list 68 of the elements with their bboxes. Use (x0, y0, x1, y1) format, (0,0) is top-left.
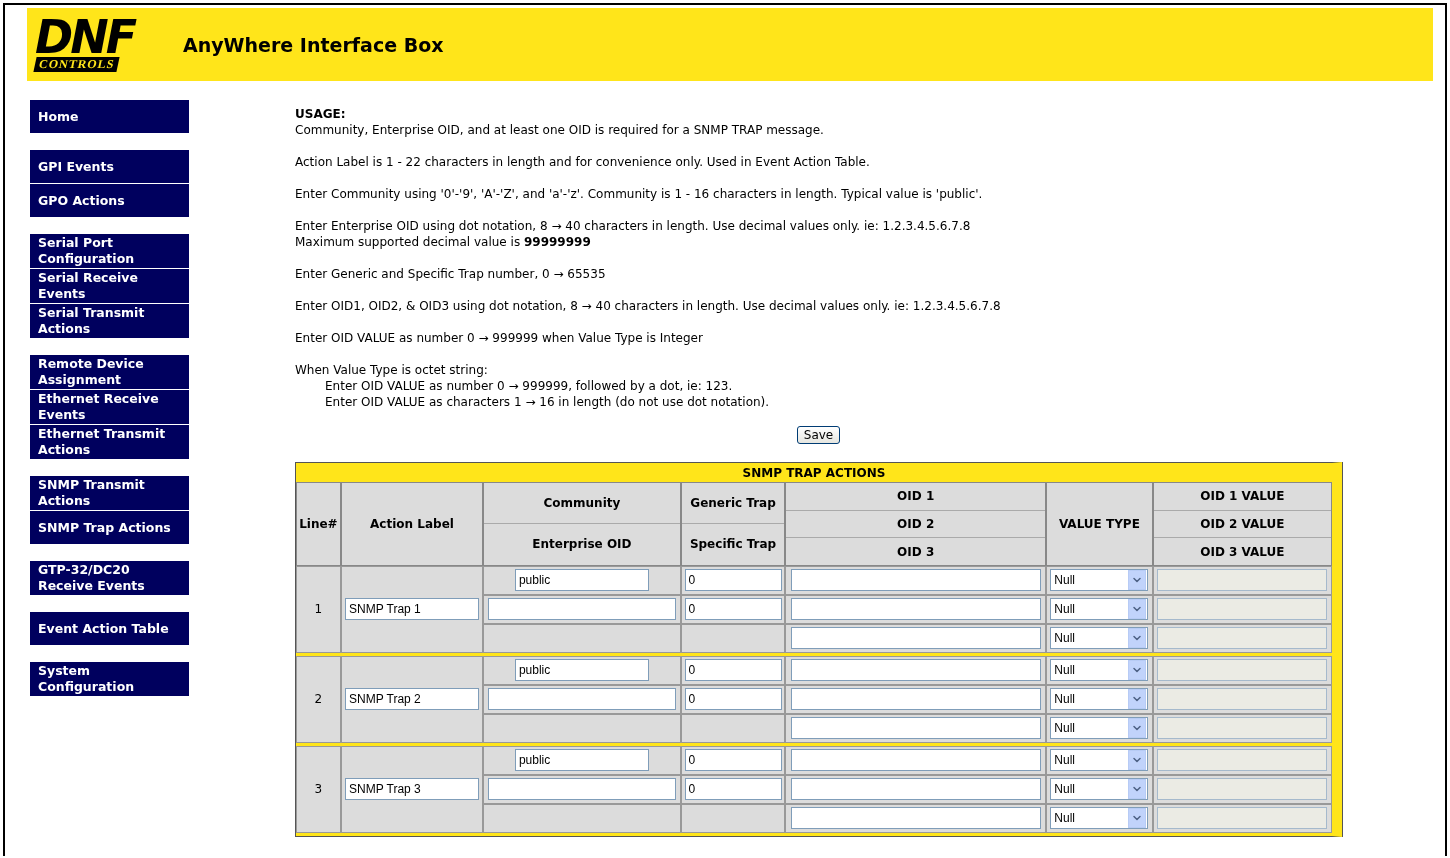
usage-text: Enter OID VALUE as characters 1 → 16 in length (do not use dot notation). (324, 394, 771, 410)
nav-button[interactable]: GPO Actions (30, 184, 189, 217)
column-header: VALUE TYPE (1058, 517, 1140, 531)
specific-trap-field[interactable]: 0 (684, 598, 782, 621)
value-type-select[interactable]: Null (1050, 688, 1149, 711)
action-label-field[interactable]: SNMP Trap 3 (345, 778, 479, 801)
column-header: Line# (299, 517, 338, 531)
column-header: OID 1 (897, 489, 935, 504)
app-title: AnyWhere Interface Box (183, 33, 444, 56)
column-header: Action Label (370, 517, 454, 531)
value-type-select[interactable]: Null (1050, 778, 1149, 801)
nav-button[interactable]: Home (30, 100, 189, 133)
column-header: Enterprise OID (532, 537, 632, 552)
value-type-select[interactable]: Null (1050, 659, 1149, 682)
column-header: OID 2 (897, 517, 935, 531)
column-header: OID 2 VALUE (1200, 517, 1285, 531)
column-header: Specific Trap (689, 537, 777, 552)
nav-button[interactable]: Event Action Table (30, 612, 189, 645)
logo-text: DNF (35, 17, 136, 57)
nav-button[interactable]: Ethernet Receive Events (30, 390, 189, 424)
value-type-select[interactable]: Null (1050, 569, 1149, 592)
column-header: OID 3 (897, 544, 935, 559)
line-number: 2 (314, 692, 323, 707)
column-header: Generic Trap (690, 496, 776, 511)
usage-text: Enter Community using '0'-'9', 'A'-'Z', and 'a'-'z'. Community is 1 - 16 characters in length. Typical value is 'public'. (295, 186, 984, 202)
value-type-select[interactable]: Null (1050, 749, 1149, 772)
line-number: 1 (314, 602, 323, 617)
specific-trap-field[interactable]: 0 (684, 688, 782, 711)
table-title: SNMP TRAP ACTIONS (741, 464, 887, 482)
value-type-select[interactable]: Null (1050, 807, 1149, 830)
usage-heading: USAGE: (295, 106, 347, 122)
generic-trap-field[interactable]: 0 (684, 749, 782, 772)
action-label-field[interactable]: SNMP Trap 2 (345, 688, 479, 711)
nav-button[interactable]: Serial Transmit Actions (30, 304, 189, 338)
value-type-select[interactable]: Null (1050, 717, 1149, 740)
value-type-select[interactable]: Null (1050, 598, 1149, 621)
nav-button[interactable]: SNMP Transmit Actions (30, 476, 189, 510)
column-header: OID 3 VALUE (1200, 544, 1285, 559)
usage-text: Enter OID VALUE as number 0 → 999999 when Value Type is Integer (295, 330, 704, 346)
specific-trap-field[interactable]: 0 (684, 778, 782, 801)
usage-text: Enter OID1, OID2, & OID3 using dot notation, 8 → 40 characters in length. Use decimal values only. ie: 1.2.3.4.5.6.7.8 (295, 298, 1002, 314)
generic-trap-field[interactable]: 0 (684, 659, 782, 682)
nav-button[interactable]: Ethernet Transmit Actions (30, 425, 189, 459)
action-label-field[interactable]: SNMP Trap 1 (345, 598, 479, 621)
generic-trap-field[interactable]: 0 (684, 569, 782, 592)
community-field[interactable]: public (514, 569, 649, 592)
column-header: Community (543, 496, 621, 511)
save-button[interactable]: Save (796, 426, 841, 444)
usage-text: Enter Enterprise OID using dot notation, 8 → 40 characters in length. Use decimal values only. ie: 1.2.3.4.5.6.7.8 (295, 218, 972, 234)
line-number: 3 (314, 782, 323, 797)
nav-button[interactable]: SNMP Trap Actions (30, 511, 189, 544)
nav-button[interactable]: System Configuration (30, 662, 189, 696)
logo-subtext: CONTROLS (33, 57, 120, 72)
community-field[interactable]: public (514, 749, 649, 772)
usage-text: Enter Generic and Specific Trap number, 0 → 65535 (295, 266, 607, 282)
usage-text: Enter OID VALUE as number 0 → 999999, followed by a dot, ie: 123. (324, 378, 734, 394)
usage-text: Maximum supported decimal value is 99999999 (295, 234, 592, 250)
nav-button[interactable]: Serial Receive Events (30, 269, 189, 303)
nav-button[interactable]: Serial Port Configuration (30, 234, 189, 268)
column-header: OID 1 VALUE (1200, 489, 1285, 504)
nav-button[interactable]: GPI Events (30, 150, 189, 183)
community-field[interactable]: public (514, 659, 649, 682)
usage-text: Community, Enterprise OID, and at least one OID is required for a SNMP TRAP message. (295, 122, 825, 138)
value-type-select[interactable]: Null (1050, 627, 1149, 650)
nav-button[interactable]: Remote Device Assignment (30, 355, 189, 389)
nav-button[interactable]: GTP-32/DC20 Receive Events (30, 561, 189, 595)
usage-text: Action Label is 1 - 22 characters in length and for convenience only. Used in Event Action Table. (295, 154, 871, 170)
usage-text: When Value Type is octet string: (295, 362, 489, 378)
